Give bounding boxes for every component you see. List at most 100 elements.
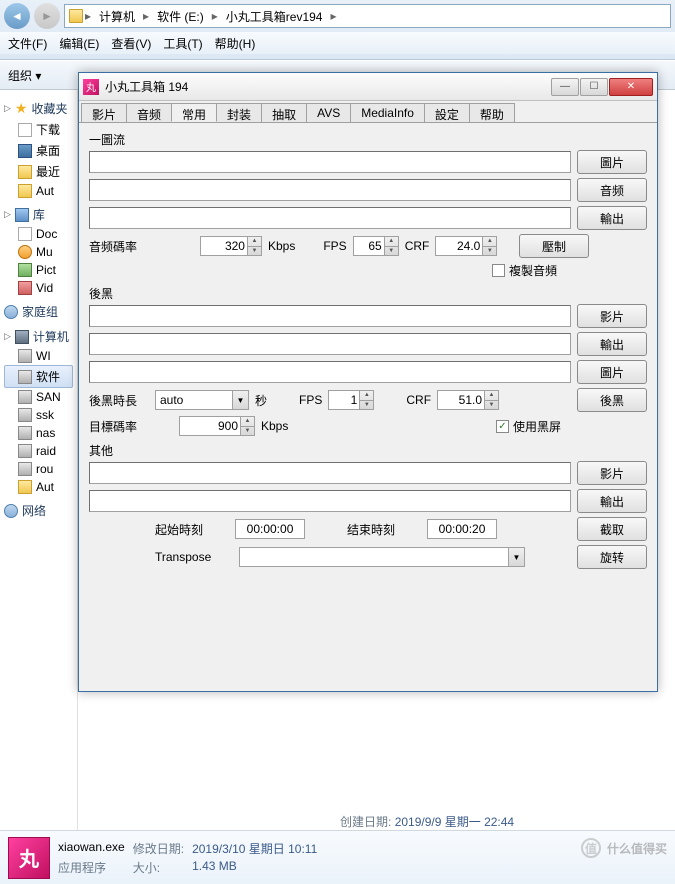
browse-image-button[interactable]: 圖片 [577, 150, 647, 174]
menu-file[interactable]: 文件(F) [8, 35, 47, 52]
copy-audio-checkbox[interactable]: 複製音頻 [492, 262, 557, 279]
details-pane: 丸 xiaowan.exe 修改日期: 2019/3/10 星期日 10:11 … [0, 830, 675, 884]
sidebar-item-autodesk2[interactable]: Aut [4, 478, 73, 496]
sidebar-computer-header[interactable]: ▷计算机 [4, 326, 73, 347]
details-filename: xiaowan.exe [58, 840, 125, 857]
breadcrumb-seg[interactable]: 软件 (E:) [151, 5, 210, 27]
maximize-button[interactable]: ☐ [580, 78, 608, 96]
duration-unit: 秒 [255, 392, 267, 409]
crf-input[interactable]: ▲▼ [437, 390, 499, 410]
recent-icon [18, 165, 32, 179]
end-time-input[interactable] [427, 519, 497, 539]
menu-edit[interactable]: 编辑(E) [59, 35, 99, 52]
tab-audio[interactable]: 音频 [126, 103, 172, 122]
bitrate-label: 音频碼率 [89, 238, 159, 255]
nav-forward-button[interactable]: ► [34, 3, 60, 29]
sidebar-item-netdrive[interactable]: nas [4, 424, 73, 442]
bitrate-input[interactable]: ▲▼ [200, 236, 262, 256]
image-path-input[interactable] [89, 361, 571, 383]
transpose-combo[interactable]: ▼ [239, 547, 525, 567]
minimize-button[interactable]: — [551, 78, 579, 96]
breadcrumb-seg[interactable]: 小丸工具箱rev194 [220, 5, 329, 27]
browse-video-button[interactable]: 影片 [577, 461, 647, 485]
browse-output-button[interactable]: 輸出 [577, 332, 647, 356]
sidebar-item-netdrive[interactable]: ssk [4, 406, 73, 424]
extract-button[interactable]: 截取 [577, 517, 647, 541]
output-path-input[interactable] [89, 207, 571, 229]
sidebar-item-drive-selected[interactable]: 软件 [4, 365, 73, 388]
target-bitrate-input[interactable]: ▲▼ [179, 416, 255, 436]
tab-settings[interactable]: 設定 [424, 103, 470, 122]
use-black-checkbox[interactable]: ✓使用黑屏 [496, 418, 561, 435]
bitrate-unit: Kbps [268, 239, 295, 253]
browse-video-button[interactable]: 影片 [577, 304, 647, 328]
sidebar-item-music[interactable]: Mu [4, 243, 73, 261]
sidebar-item-netdrive[interactable]: rou [4, 460, 73, 478]
section-other: 其他 影片 輸出 起始時刻 结束時刻 截取 Transpose ▼ [89, 442, 647, 569]
dialog-titlebar[interactable]: 丸 小丸工具箱 194 — ☐ ✕ [79, 73, 657, 101]
video-path-input[interactable] [89, 462, 571, 484]
section-title: 後黑 [89, 285, 647, 302]
transpose-label: Transpose [155, 550, 211, 564]
sidebar-homegroup-header[interactable]: 家庭组 [4, 301, 73, 322]
drive-icon [18, 390, 32, 404]
tab-avs[interactable]: AVS [306, 103, 351, 122]
menu-help[interactable]: 帮助(H) [215, 35, 256, 52]
image-path-input[interactable] [89, 151, 571, 173]
tab-mux[interactable]: 封装 [216, 103, 262, 122]
output-path-input[interactable] [89, 490, 571, 512]
sidebar-item-pictures[interactable]: Pict [4, 261, 73, 279]
video-icon [18, 281, 32, 295]
dialog-icon: 丸 [83, 79, 99, 95]
tab-help[interactable]: 帮助 [469, 103, 515, 122]
nav-back-button[interactable]: ◄ [4, 3, 30, 29]
section-title: 一圖流 [89, 131, 647, 148]
tab-mediainfo[interactable]: MediaInfo [350, 103, 425, 122]
video-path-input[interactable] [89, 305, 571, 327]
fps-input[interactable]: ▲▼ [353, 236, 399, 256]
fps-input[interactable]: ▲▼ [328, 390, 374, 410]
sidebar-item-netdrive[interactable]: raid [4, 442, 73, 460]
sidebar-libraries-header[interactable]: ▷库 [4, 204, 73, 225]
crf-label: CRF [405, 239, 430, 253]
tab-video[interactable]: 影片 [81, 103, 127, 122]
target-unit: Kbps [261, 419, 288, 433]
tab-demux[interactable]: 抽取 [261, 103, 307, 122]
sidebar-item-downloads[interactable]: 下载 [4, 119, 73, 140]
rotate-button[interactable]: 旋转 [577, 545, 647, 569]
crf-input[interactable]: ▲▼ [435, 236, 497, 256]
sidebar-item-desktop[interactable]: 桌面 [4, 140, 73, 161]
details-created-value: 2019/9/9 星期一 22:44 [395, 815, 514, 829]
folder-icon [18, 184, 32, 198]
breadcrumb[interactable]: ▸ 计算机▸ 软件 (E:)▸ 小丸工具箱rev194▸ [64, 4, 671, 28]
computer-icon [15, 330, 29, 344]
folder-icon [69, 9, 83, 23]
start-time-input[interactable] [235, 519, 305, 539]
browse-output-button[interactable]: 輸出 [577, 206, 647, 230]
compress-button[interactable]: 壓制 [519, 234, 589, 258]
browse-audio-button[interactable]: 音频 [577, 178, 647, 202]
menu-view[interactable]: 查看(V) [111, 35, 151, 52]
audio-path-input[interactable] [89, 179, 571, 201]
drive-icon [18, 426, 32, 440]
close-button[interactable]: ✕ [609, 78, 653, 96]
sidebar-item-autodesk[interactable]: Aut [4, 182, 73, 200]
target-bitrate-label: 目標碼率 [89, 418, 149, 435]
sidebar-item-drive[interactable]: SAN [4, 388, 73, 406]
browse-output-button[interactable]: 輸出 [577, 489, 647, 513]
sidebar-item-recent[interactable]: 最近 [4, 161, 73, 182]
drive-icon [18, 370, 32, 384]
sidebar-network-header[interactable]: 网络 [4, 500, 73, 521]
duration-combo[interactable]: ▼ [155, 390, 249, 410]
organize-button[interactable]: 组织 ▾ [8, 67, 41, 84]
sidebar-favorites-header[interactable]: ▷★收藏夹 [4, 98, 73, 119]
sidebar-item-documents[interactable]: Doc [4, 225, 73, 243]
menu-tools[interactable]: 工具(T) [163, 35, 202, 52]
breadcrumb-seg[interactable]: 计算机 [93, 5, 141, 27]
sidebar-item-videos[interactable]: Vid [4, 279, 73, 297]
sidebar-item-drive[interactable]: WI [4, 347, 73, 365]
black-button[interactable]: 後黑 [577, 388, 647, 412]
tab-common[interactable]: 常用 [171, 103, 217, 122]
browse-image-button[interactable]: 圖片 [577, 360, 647, 384]
output-path-input[interactable] [89, 333, 571, 355]
